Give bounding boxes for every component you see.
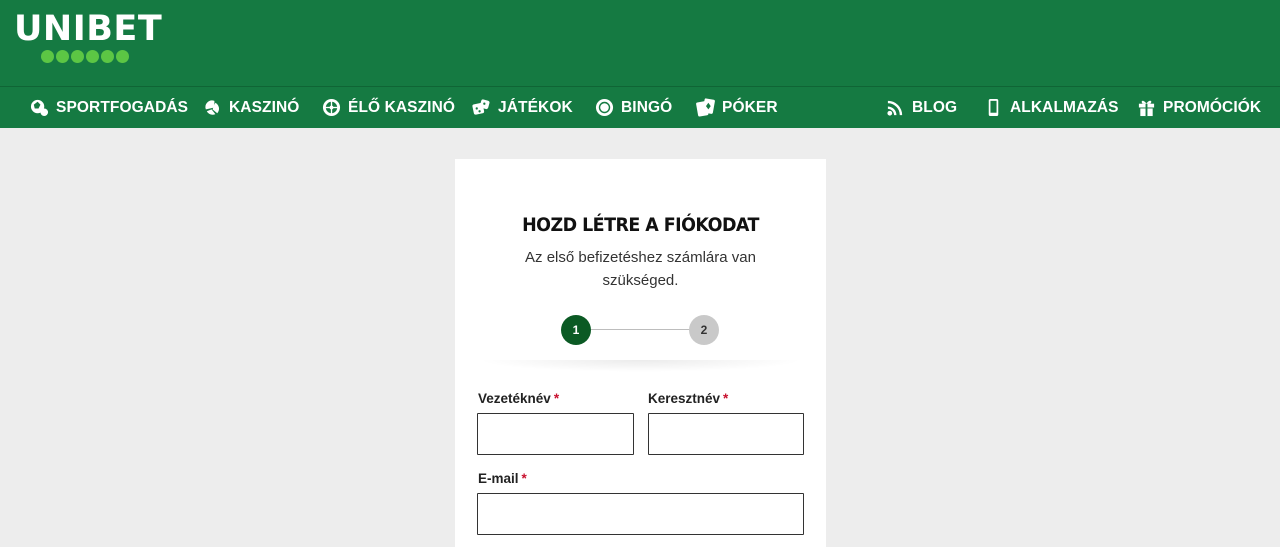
sports-ball-icon bbox=[30, 99, 49, 117]
nav-item-alkalmazas[interactable]: ALKALMAZÁS bbox=[984, 87, 1119, 128]
nav-item-poker[interactable]: PÓKER bbox=[696, 87, 778, 128]
playing-cards-icon bbox=[696, 98, 715, 117]
nav-item-elo-kaszino[interactable]: ÉLŐ KASZINÓ bbox=[322, 87, 455, 128]
logo-dots bbox=[41, 50, 129, 63]
nav-label: BLOG bbox=[912, 98, 958, 116]
step-2: 2 bbox=[689, 315, 719, 345]
last-name-input[interactable] bbox=[477, 413, 634, 455]
step-indicator: 1 2 bbox=[561, 315, 721, 345]
nav-item-sportfogadas[interactable]: SPORTFOGADÁS bbox=[30, 87, 188, 128]
nav-label: BINGÓ bbox=[621, 98, 673, 116]
nav-item-bingo[interactable]: BINGÓ bbox=[595, 87, 672, 128]
nav-label: ÉLŐ KASZINÓ bbox=[348, 98, 456, 116]
required-mark: * bbox=[723, 391, 729, 406]
bingo-ball-icon bbox=[595, 98, 614, 117]
nav-label: JÁTÉKOK bbox=[498, 98, 573, 116]
logo-text: UNIBET bbox=[14, 9, 163, 49]
casino-chip-icon bbox=[205, 100, 220, 115]
rss-icon bbox=[887, 100, 903, 116]
header: UNIBET bbox=[0, 0, 1280, 86]
nav-item-kaszino[interactable]: KASZINÓ bbox=[203, 87, 299, 128]
nav-item-blog[interactable]: BLOG bbox=[886, 87, 957, 128]
main-nav: SPORTFOGADÁS KASZINÓ ÉLŐ KASZINÓ JÁTÉKOK… bbox=[0, 86, 1280, 128]
nav-item-jatekok[interactable]: JÁTÉKOK bbox=[472, 87, 573, 128]
last-name-label: Vezetéknév * bbox=[478, 391, 560, 406]
first-name-input[interactable] bbox=[648, 413, 804, 455]
nav-label: PÓKER bbox=[722, 98, 778, 116]
required-mark: * bbox=[521, 471, 527, 486]
mobile-phone-icon bbox=[988, 98, 999, 117]
nav-label: ALKALMAZÁS bbox=[1010, 98, 1119, 116]
nav-label: PROMÓCIÓK bbox=[1163, 98, 1262, 116]
form-subtitle: Az első befizetéshez számlára van szüksé… bbox=[525, 249, 756, 289]
unibet-logo[interactable]: UNIBET bbox=[14, 10, 164, 70]
gift-icon bbox=[1138, 100, 1155, 117]
first-name-label: Keresztnév * bbox=[648, 391, 729, 406]
nav-label: SPORTFOGADÁS bbox=[56, 98, 189, 116]
roulette-icon bbox=[322, 98, 341, 117]
form-title: HOZD LÉTRE A FIÓKODAT bbox=[522, 214, 759, 236]
step-connector bbox=[589, 329, 693, 330]
email-input[interactable] bbox=[477, 493, 804, 535]
dice-icon bbox=[472, 99, 490, 115]
email-label: E-mail * bbox=[478, 471, 527, 486]
nav-item-promociok[interactable]: PROMÓCIÓK bbox=[1137, 87, 1261, 128]
required-mark: * bbox=[553, 391, 560, 406]
section-divider bbox=[478, 360, 803, 372]
step-1: 1 bbox=[561, 315, 591, 345]
nav-label: KASZINÓ bbox=[229, 98, 300, 116]
